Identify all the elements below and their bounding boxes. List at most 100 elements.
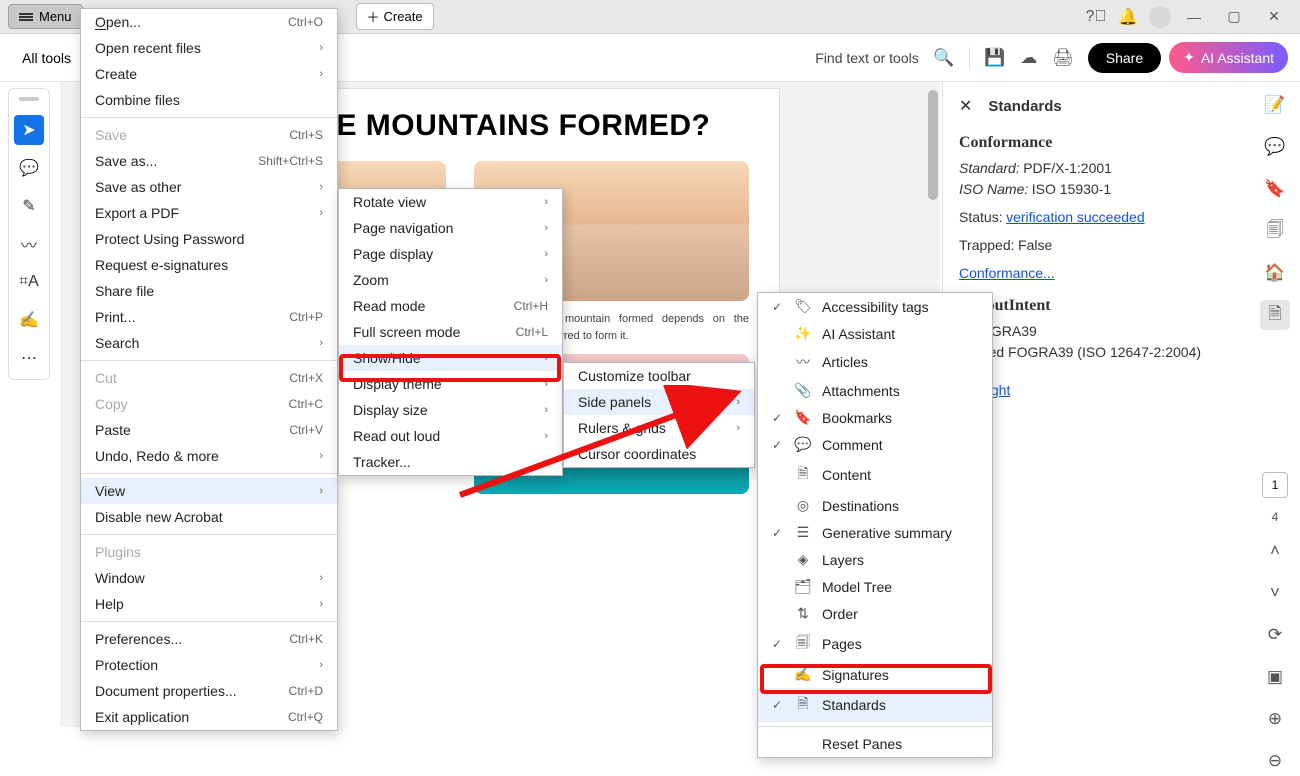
menu-window[interactable]: Window› <box>81 565 337 591</box>
menu-protect[interactable]: Protect Using Password <box>81 226 337 252</box>
menu-paste[interactable]: PasteCtrl+V <box>81 417 337 443</box>
zoom-out-icon[interactable]: ⊖ <box>1260 746 1290 776</box>
panel-label: Model Tree <box>822 579 892 595</box>
verify-conformance-link[interactable]: Conformance... <box>959 265 1055 281</box>
menu-preferences[interactable]: Preferences...Ctrl+K <box>81 626 337 652</box>
pages-panel-icon[interactable]: 🗐 <box>1260 216 1290 246</box>
comment-panel-icon[interactable]: 💬 <box>1260 132 1290 162</box>
side-panel-order[interactable]: ⇅Order <box>758 600 992 627</box>
side-panel-layers[interactable]: ◈Layers <box>758 546 992 573</box>
side-panel-articles[interactable]: 〰Articles <box>758 347 992 377</box>
view-zoom[interactable]: Zoom› <box>339 267 562 293</box>
menu-open[interactable]: OOpen...pen...Ctrl+O <box>81 9 337 35</box>
print-icon[interactable]: 🖨 <box>1046 41 1080 75</box>
page-current[interactable]: 1 <box>1262 472 1288 498</box>
edit-panel-icon[interactable]: 📝 <box>1260 90 1290 120</box>
side-panel-accessibility-tags[interactable]: ✓🏷Accessibility tags <box>758 293 992 320</box>
menu-create[interactable]: Create› <box>81 61 337 87</box>
bell-icon[interactable]: 🔔 <box>1112 3 1144 31</box>
menu-undo[interactable]: Undo, Redo & more› <box>81 443 337 469</box>
side-panel-model-tree[interactable]: 🗂Model Tree <box>758 573 992 600</box>
standards-close-button[interactable]: ✕ <box>959 96 972 116</box>
menu-disable-new[interactable]: Disable new Acrobat <box>81 504 337 530</box>
menu-exit[interactable]: Exit applicationCtrl+Q <box>81 704 337 730</box>
sh-rulers[interactable]: Rulers & grids› <box>564 415 754 441</box>
view-disp-size[interactable]: Display size› <box>339 397 562 423</box>
page-up-icon[interactable]: ˄ <box>1260 536 1290 566</box>
sh-cursor[interactable]: Cursor coordinates <box>564 441 754 467</box>
panel-icon: ◈ <box>794 551 812 568</box>
menu-button[interactable]: Menu <box>8 4 83 29</box>
menu-print[interactable]: Print...Ctrl+P <box>81 304 337 330</box>
panel-label: Signatures <box>822 667 889 683</box>
save-icon[interactable]: 💾 <box>978 41 1012 75</box>
sh-side-panels[interactable]: Side panels› <box>564 389 754 415</box>
ai-assistant-button[interactable]: ✦ AI Assistant <box>1169 42 1288 73</box>
view-show-hide[interactable]: Show/Hide› <box>339 345 562 371</box>
status-value[interactable]: verification succeeded <box>1006 209 1145 225</box>
minimize-button[interactable]: — <box>1176 3 1212 31</box>
view-fullscreen[interactable]: Full screen modeCtrl+L <box>339 319 562 345</box>
highlight-tool[interactable]: ✎ <box>14 191 44 221</box>
side-panel-ai-assistant[interactable]: ✨AI Assistant <box>758 320 992 347</box>
text-tool[interactable]: ⌗A <box>14 267 44 297</box>
side-panel-signatures[interactable]: ✍Signatures <box>758 661 992 688</box>
rotate-icon[interactable]: ⟳ <box>1260 620 1290 650</box>
share-button[interactable]: Share <box>1088 43 1161 73</box>
fit-page-icon[interactable]: ▣ <box>1260 662 1290 692</box>
standards-panel-icon[interactable]: 🗎 <box>1260 300 1290 330</box>
view-page-disp[interactable]: Page display› <box>339 241 562 267</box>
view-rotate[interactable]: Rotate view› <box>339 189 562 215</box>
side-panel-destinations[interactable]: ◎Destinations <box>758 492 992 519</box>
side-panel-generative-summary[interactable]: ✓☰Generative summary <box>758 519 992 546</box>
menu-doc-props[interactable]: Document properties...Ctrl+D <box>81 678 337 704</box>
view-read[interactable]: Read modeCtrl+H <box>339 293 562 319</box>
sign-tool[interactable]: ✍ <box>14 305 44 335</box>
search-icon[interactable]: 🔍 <box>927 41 961 75</box>
maximize-button[interactable]: ▢ <box>1216 3 1252 31</box>
menu-request-sig[interactable]: Request e-signatures <box>81 252 337 278</box>
panel-icon: 🗎 <box>794 463 812 487</box>
menu-view[interactable]: View› <box>81 478 337 504</box>
menu-open-recent[interactable]: Open recent files› <box>81 35 337 61</box>
side-panel-bookmarks[interactable]: ✓🔖Bookmarks <box>758 404 992 431</box>
view-tracker[interactable]: Tracker... <box>339 449 562 475</box>
view-page-nav[interactable]: Page navigation› <box>339 215 562 241</box>
menu-help[interactable]: Help› <box>81 591 337 617</box>
sh-customize-toolbar[interactable]: Customize toolbar <box>564 363 754 389</box>
all-tools-button[interactable]: All tools <box>12 44 81 72</box>
selection-tool[interactable]: ➤ <box>14 115 44 145</box>
create-button[interactable]: ＋ Create <box>356 3 434 30</box>
bookmark-panel-icon[interactable]: 🔖 <box>1260 174 1290 204</box>
view-disp-theme[interactable]: Display theme› <box>339 371 562 397</box>
page-down-icon[interactable]: ˅ <box>1260 578 1290 608</box>
avatar[interactable] <box>1144 3 1176 31</box>
zoom-in-icon[interactable]: ⊕ <box>1260 704 1290 734</box>
side-panel-pages[interactable]: ✓🗐Pages <box>758 627 992 661</box>
side-panel-reset-panes[interactable]: Reset Panes <box>758 731 992 757</box>
panel-label: Accessibility tags <box>822 299 929 315</box>
side-panel-content[interactable]: 🗎Content <box>758 458 992 492</box>
side-panel-standards[interactable]: ✓🗎Standards <box>758 688 992 722</box>
menu-save-as[interactable]: Save as...Shift+Ctrl+S <box>81 148 337 174</box>
help-icon[interactable]: ?⃝ <box>1080 3 1112 31</box>
side-panel-comment[interactable]: ✓💬Comment <box>758 431 992 458</box>
attachment-panel-icon[interactable]: 🏠 <box>1260 258 1290 288</box>
side-panel-attachments[interactable]: 📎Attachments <box>758 377 992 404</box>
menu-combine[interactable]: Combine files <box>81 87 337 113</box>
draw-tool[interactable]: 〰 <box>14 229 44 259</box>
close-button[interactable]: ✕ <box>1256 3 1292 31</box>
menu-protection[interactable]: Protection› <box>81 652 337 678</box>
view-read-aloud[interactable]: Read out loud› <box>339 423 562 449</box>
panel-icon: 🏷 <box>794 298 812 315</box>
menu-search[interactable]: Search› <box>81 330 337 356</box>
more-tools[interactable]: ⋯ <box>14 343 44 373</box>
menu-save-other[interactable]: Save as other› <box>81 174 337 200</box>
scrollbar-thumb[interactable] <box>928 90 938 200</box>
rail-grip[interactable] <box>19 97 39 101</box>
cloud-upload-icon[interactable]: ☁ <box>1012 41 1046 75</box>
menu-export[interactable]: Export a PDF› <box>81 200 337 226</box>
iso-label: ISO Name: <box>959 181 1028 197</box>
comment-tool[interactable]: 💬 <box>14 153 44 183</box>
menu-share-file[interactable]: Share file <box>81 278 337 304</box>
